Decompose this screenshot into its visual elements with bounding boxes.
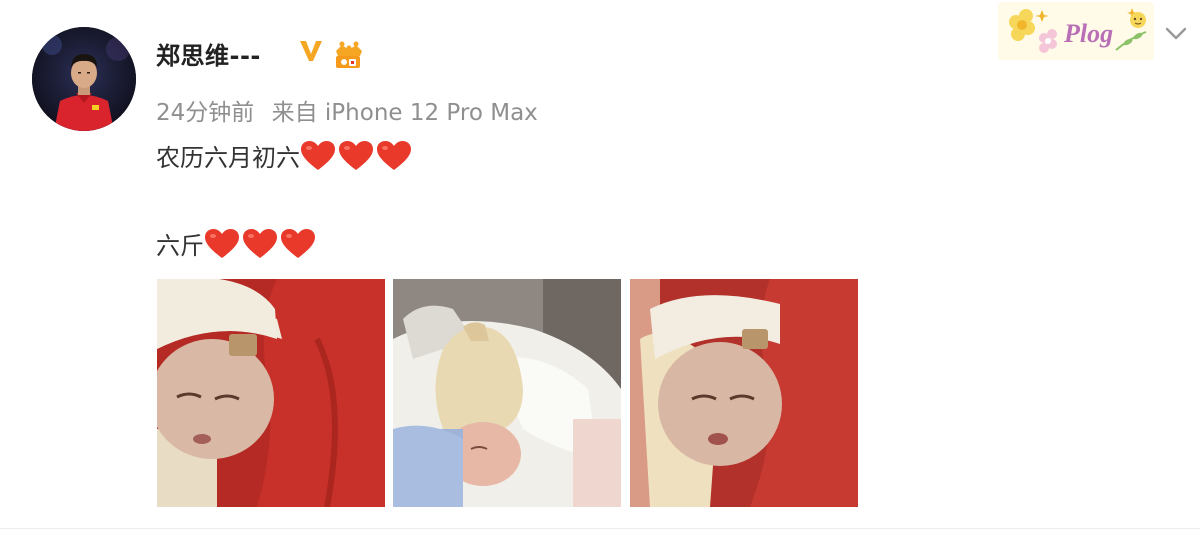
red-heart-icon [281, 229, 315, 258]
heart-emoji-group [300, 140, 412, 172]
verified-v-icon[interactable] [298, 38, 324, 64]
red-heart-icon [339, 141, 373, 170]
post-text-line-1: 农历六月初六 [156, 138, 412, 173]
photo-image [157, 279, 385, 507]
red-heart-icon [377, 141, 411, 170]
post-meta: 24分钟前 来自 iPhone 12 Pro Max [156, 93, 538, 127]
red-heart-icon [243, 229, 277, 258]
photo-image [630, 279, 858, 507]
post-text-line-1-label: 农历六月初六 [156, 144, 300, 172]
plog-badge-text: Plog [1063, 19, 1113, 48]
crown-member-icon[interactable] [332, 40, 366, 72]
heart-emoji-group [204, 228, 316, 260]
photo-baby-red-blanket[interactable] [157, 279, 385, 507]
chevron-down-icon[interactable] [1163, 24, 1189, 44]
plog-flower-badge[interactable]: Plog [998, 2, 1154, 60]
avatar[interactable] [32, 27, 136, 131]
author-name[interactable]: 郑思维--- [156, 36, 261, 71]
red-heart-icon [205, 229, 239, 258]
post-source: 来自 iPhone 12 Pro Max [271, 100, 538, 126]
photo-baby-red-blanket-closeup[interactable] [630, 279, 858, 507]
post-divider [0, 528, 1200, 529]
photo-image [393, 279, 621, 507]
player-avatar-image [32, 27, 136, 131]
photo-baby-sleeping[interactable] [393, 279, 621, 507]
post-time[interactable]: 24分钟前 [156, 100, 254, 126]
red-heart-icon [301, 141, 335, 170]
weibo-post: 郑思维--- 24分钟前 来自 iPhone 12 Pro Max 农历六月初六… [0, 0, 1200, 544]
post-text-line-2-label: 六斤 [156, 232, 204, 260]
post-text-line-2: 六斤 [156, 226, 316, 261]
